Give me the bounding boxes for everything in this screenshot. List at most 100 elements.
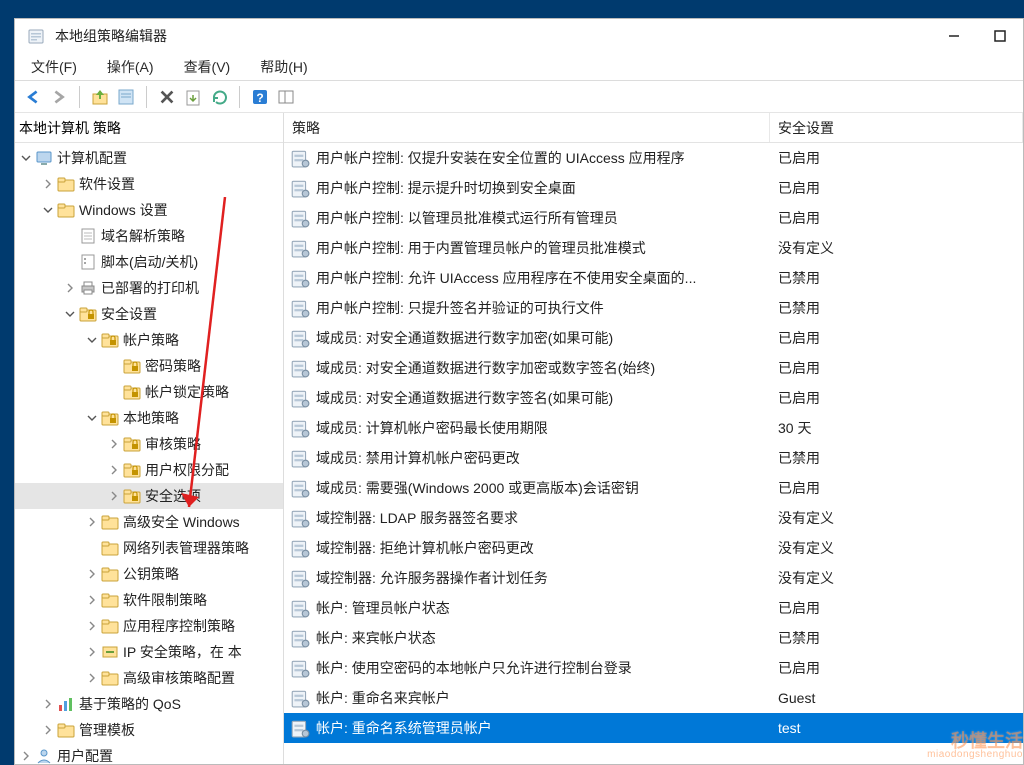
user-icon (35, 747, 53, 764)
menu-action[interactable]: 操作(A) (103, 55, 158, 79)
policy-name: 域控制器: LDAP 服务器签名要求 (316, 508, 518, 528)
policy-row[interactable]: 用户帐户控制: 允许 UIAccess 应用程序在不使用安全桌面的...已禁用 (284, 263, 1023, 293)
back-button[interactable] (21, 85, 45, 109)
chevron-right-icon[interactable] (107, 437, 121, 451)
policy-row[interactable]: 帐户: 重命名来宾帐户Guest (284, 683, 1023, 713)
tree-item[interactable]: IP 安全策略，在 本 (15, 639, 283, 665)
chevron-right-icon[interactable] (107, 489, 121, 503)
tree-item[interactable]: 脚本(启动/关机) (15, 249, 283, 275)
policy-row[interactable]: 域成员: 对安全通道数据进行数字加密或数字签名(始终)已启用 (284, 353, 1023, 383)
tree-item[interactable]: 帐户策略 (15, 327, 283, 353)
policy-row[interactable]: 帐户: 来宾帐户状态已禁用 (284, 623, 1023, 653)
delete-button[interactable] (155, 85, 179, 109)
policy-row[interactable]: 域控制器: LDAP 服务器签名要求没有定义 (284, 503, 1023, 533)
chevron-down-icon[interactable] (85, 411, 99, 425)
tree-item[interactable]: 帐户锁定策略 (15, 379, 283, 405)
tree-item[interactable]: Windows 设置 (15, 197, 283, 223)
chevron-right-icon[interactable] (107, 463, 121, 477)
chevron-down-icon[interactable] (41, 203, 55, 217)
tree-item[interactable]: 网络列表管理器策略 (15, 535, 283, 561)
policy-row[interactable]: 域控制器: 拒绝计算机帐户密码更改没有定义 (284, 533, 1023, 563)
chevron-right-icon[interactable] (85, 515, 99, 529)
forward-button[interactable] (47, 85, 71, 109)
policy-row[interactable]: 用户帐户控制: 用于内置管理员帐户的管理员批准模式没有定义 (284, 233, 1023, 263)
policy-row[interactable]: 域成员: 计算机帐户密码最长使用期限30 天 (284, 413, 1023, 443)
tree-item[interactable]: 管理模板 (15, 717, 283, 743)
column-header-policy[interactable]: 策略 (284, 113, 770, 142)
tree[interactable]: 计算机配置软件设置Windows 设置域名解析策略脚本(启动/关机)已部署的打印… (15, 143, 283, 764)
lockfolder-icon (123, 357, 141, 375)
computer-icon (35, 149, 53, 167)
tree-item[interactable]: 密码策略 (15, 353, 283, 379)
tree-item[interactable]: 用户配置 (15, 743, 283, 764)
policy-list[interactable]: 用户帐户控制: 仅提升安装在安全位置的 UIAccess 应用程序已启用用户帐户… (284, 143, 1023, 764)
chevron-right-icon[interactable] (85, 645, 99, 659)
chevron-right-icon[interactable] (85, 593, 99, 607)
chevron-down-icon[interactable] (63, 307, 77, 321)
tree-item[interactable]: 高级审核策略配置 (15, 665, 283, 691)
policy-row[interactable]: 域控制器: 允许服务器操作者计划任务没有定义 (284, 563, 1023, 593)
policy-name: 用户帐户控制: 仅提升安装在安全位置的 UIAccess 应用程序 (316, 148, 685, 168)
policy-setting: 已禁用 (770, 628, 1023, 648)
chevron-down-icon[interactable] (85, 333, 99, 347)
menu-file[interactable]: 文件(F) (27, 55, 81, 79)
tree-root-label[interactable]: 本地计算机 策略 (15, 113, 283, 143)
titlebar[interactable]: 本地组策略编辑器 (15, 19, 1023, 53)
chevron-right-icon[interactable] (41, 177, 55, 191)
lockfolder-icon (79, 305, 97, 323)
tree-item[interactable]: 用户权限分配 (15, 457, 283, 483)
tree-item-label: 用户权限分配 (145, 460, 229, 480)
tree-item-label: 安全设置 (101, 304, 157, 324)
export-button[interactable] (181, 85, 205, 109)
help-button[interactable] (248, 85, 272, 109)
folder-icon (57, 201, 75, 219)
tree-item[interactable]: 软件设置 (15, 171, 283, 197)
chevron-right-icon[interactable] (85, 671, 99, 685)
chevron-down-icon[interactable] (19, 151, 33, 165)
up-button[interactable] (88, 85, 112, 109)
maximize-button[interactable] (977, 21, 1023, 51)
policy-name: 域成员: 禁用计算机帐户密码更改 (316, 448, 520, 468)
policy-row[interactable]: 用户帐户控制: 只提升签名并验证的可执行文件已禁用 (284, 293, 1023, 323)
show-panes-button[interactable] (274, 85, 298, 109)
chevron-right-icon[interactable] (41, 723, 55, 737)
refresh-button[interactable] (207, 85, 231, 109)
menu-help[interactable]: 帮助(H) (256, 55, 311, 79)
tree-item-label: 计算机配置 (57, 148, 127, 168)
chevron-right-icon[interactable] (85, 567, 99, 581)
policy-row[interactable]: 帐户: 使用空密码的本地帐户只允许进行控制台登录已启用 (284, 653, 1023, 683)
tree-item[interactable]: 审核策略 (15, 431, 283, 457)
properties-button[interactable] (114, 85, 138, 109)
chevron-right-icon[interactable] (41, 697, 55, 711)
minimize-button[interactable] (931, 21, 977, 51)
tree-item[interactable]: 安全设置 (15, 301, 283, 327)
tree-item[interactable]: 高级安全 Windows (15, 509, 283, 535)
menu-view[interactable]: 查看(V) (180, 55, 235, 79)
policy-row[interactable]: 域成员: 需要强(Windows 2000 或更高版本)会话密钥已启用 (284, 473, 1023, 503)
tree-item[interactable]: 计算机配置 (15, 145, 283, 171)
tree-item[interactable]: 软件限制策略 (15, 587, 283, 613)
chevron-right-icon[interactable] (63, 281, 77, 295)
tree-item[interactable]: 域名解析策略 (15, 223, 283, 249)
chevron-right-icon[interactable] (19, 749, 33, 763)
policy-icon (290, 298, 310, 318)
folder-icon (101, 539, 119, 557)
chevron-right-icon[interactable] (85, 619, 99, 633)
policy-row[interactable]: 帐户: 管理员帐户状态已启用 (284, 593, 1023, 623)
tree-item[interactable]: 应用程序控制策略 (15, 613, 283, 639)
policy-row[interactable]: 域成员: 对安全通道数据进行数字签名(如果可能)已启用 (284, 383, 1023, 413)
tree-item[interactable]: 本地策略 (15, 405, 283, 431)
sidebar: 本地计算机 策略 计算机配置软件设置Windows 设置域名解析策略脚本(启动/… (15, 113, 284, 764)
tree-item[interactable]: 公钥策略 (15, 561, 283, 587)
policy-row[interactable]: 域成员: 禁用计算机帐户密码更改已禁用 (284, 443, 1023, 473)
tree-item[interactable]: 已部署的打印机 (15, 275, 283, 301)
tree-item[interactable]: 基于策略的 QoS (15, 691, 283, 717)
policy-row[interactable]: 用户帐户控制: 提示提升时切换到安全桌面已启用 (284, 173, 1023, 203)
policy-row[interactable]: 用户帐户控制: 仅提升安装在安全位置的 UIAccess 应用程序已启用 (284, 143, 1023, 173)
column-header-setting[interactable]: 安全设置 (770, 113, 1023, 142)
tree-item[interactable]: 安全选项 (15, 483, 283, 509)
policy-name: 用户帐户控制: 允许 UIAccess 应用程序在不使用安全桌面的... (316, 268, 696, 288)
policy-row[interactable]: 域成员: 对安全通道数据进行数字加密(如果可能)已启用 (284, 323, 1023, 353)
policy-row[interactable]: 帐户: 重命名系统管理员帐户test (284, 713, 1023, 743)
policy-row[interactable]: 用户帐户控制: 以管理员批准模式运行所有管理员已启用 (284, 203, 1023, 233)
